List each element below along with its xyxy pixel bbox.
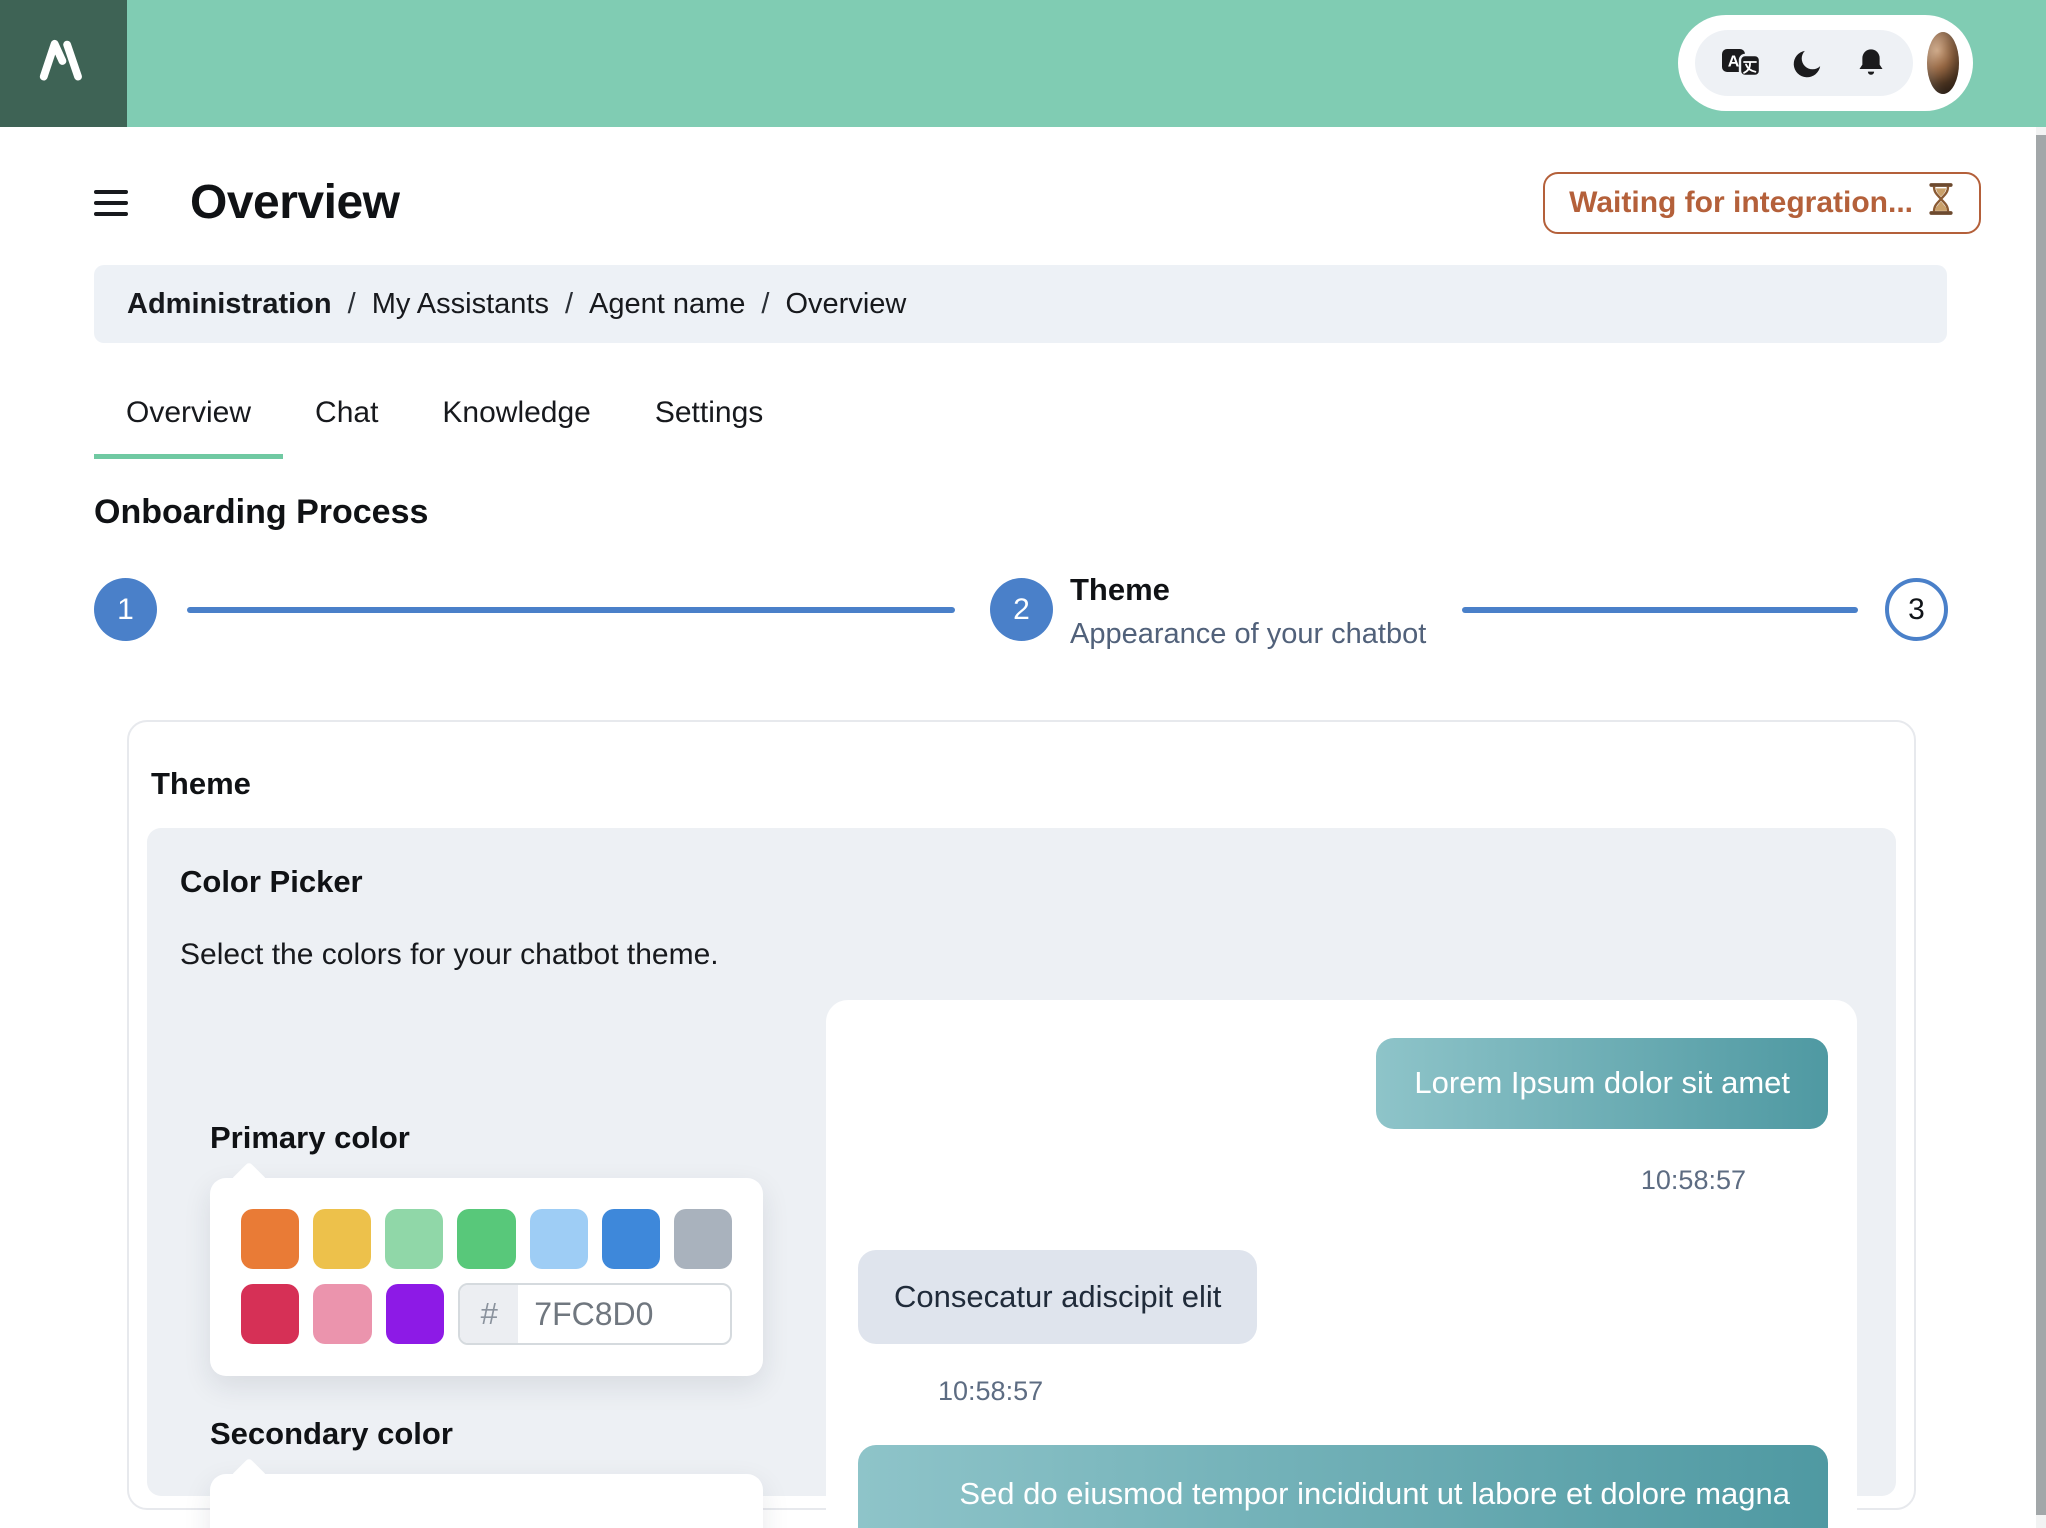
integration-status-button[interactable]: Waiting for integration... xyxy=(1543,171,1981,234)
swatch-red[interactable] xyxy=(241,1284,300,1344)
svg-text:A: A xyxy=(1728,54,1740,71)
swatch-blue[interactable] xyxy=(601,1209,660,1269)
user-avatar[interactable] xyxy=(1927,32,1959,94)
logo-mark-icon xyxy=(25,22,103,105)
swatch-yellow[interactable] xyxy=(313,1209,372,1269)
step-connector xyxy=(187,607,955,613)
swatch-green[interactable] xyxy=(457,1209,516,1269)
tab-settings[interactable]: Settings xyxy=(623,382,795,459)
color-picker-title: Color Picker xyxy=(180,864,363,899)
header-actions-pill: A xyxy=(1678,15,1973,111)
theme-card: Theme Color Picker Select the colors for… xyxy=(127,720,1916,1528)
secondary-color-popup xyxy=(210,1474,763,1528)
step-connector xyxy=(1462,607,1858,613)
title-row: Overview Waiting for integration... xyxy=(94,160,1981,245)
hex-color-input[interactable]: 7FC8D0 xyxy=(518,1285,730,1343)
step-1-circle[interactable]: 1 xyxy=(94,578,157,641)
theme-card-title: Theme xyxy=(151,766,251,801)
breadcrumb-my-assistants[interactable]: My Assistants xyxy=(372,288,549,321)
notifications-bell-icon[interactable] xyxy=(1855,46,1887,80)
chat-bubble-outgoing: Lorem Ipsum dolor sit amet xyxy=(1376,1038,1828,1129)
swatch-gray[interactable] xyxy=(673,1209,732,1269)
hourglass-icon xyxy=(1927,182,1955,224)
header-icon-group: A xyxy=(1695,30,1913,96)
scrollbar-thumb[interactable] xyxy=(2036,135,2046,1515)
app-header: A xyxy=(0,0,2046,127)
translate-icon[interactable]: A xyxy=(1721,48,1761,78)
primary-color-label: Primary color xyxy=(210,1120,410,1155)
breadcrumb-separator: / xyxy=(347,287,356,320)
swatch-purple[interactable] xyxy=(385,1284,445,1344)
breadcrumb-separator: / xyxy=(761,287,770,320)
breadcrumb-agent-name[interactable]: Agent name xyxy=(589,288,745,321)
message-timestamp: 10:58:57 xyxy=(1640,1164,1746,1195)
tab-bar: Overview Chat Knowledge Settings xyxy=(94,382,795,459)
hex-prefix: # xyxy=(460,1285,519,1343)
page-scrollbar[interactable] xyxy=(2036,127,2046,1528)
step-3-circle[interactable]: 3 xyxy=(1885,578,1948,641)
chat-preview-panel: Lorem Ipsum dolor sit amet 10:58:57 Cons… xyxy=(826,1000,1857,1528)
breadcrumb-administration[interactable]: Administration xyxy=(127,288,332,321)
swatch-light-blue[interactable] xyxy=(529,1209,588,1269)
tab-knowledge[interactable]: Knowledge xyxy=(410,382,622,459)
page-title: Overview xyxy=(190,176,400,229)
app-logo[interactable] xyxy=(0,0,127,127)
color-picker-description: Select the colors for your chatbot theme… xyxy=(180,938,719,971)
hex-color-input-group: # 7FC8D0 xyxy=(458,1283,732,1345)
tab-overview[interactable]: Overview xyxy=(94,382,284,459)
onboarding-stepper: 1 2 Theme Appearance of your chatbot 3 xyxy=(94,560,1949,670)
swatch-pink[interactable] xyxy=(313,1284,372,1344)
hamburger-menu-icon[interactable] xyxy=(94,189,128,216)
status-button-label: Waiting for integration... xyxy=(1569,185,1913,219)
step-2-subtitle: Appearance of your chatbot xyxy=(1070,618,1427,650)
step-2-title: Theme xyxy=(1070,572,1170,607)
step-2-circle[interactable]: 2 xyxy=(990,578,1053,641)
breadcrumb: Administration / My Assistants / Agent n… xyxy=(94,265,1947,343)
breadcrumb-separator: / xyxy=(564,287,574,320)
dark-mode-moon-icon[interactable] xyxy=(1791,46,1825,80)
color-picker-panel: Color Picker Select the colors for your … xyxy=(147,828,1896,1528)
swatch-light-green[interactable] xyxy=(385,1209,444,1269)
chat-bubble-outgoing: Sed do eiusmod tempor incididunt ut labo… xyxy=(858,1445,1828,1528)
secondary-color-label: Secondary color xyxy=(210,1416,453,1451)
message-timestamp: 10:58:57 xyxy=(938,1376,1044,1406)
chat-bubble-incoming: Consecatur adiscipit elit xyxy=(858,1249,1258,1344)
color-picker-controls: Primary color # 7FC8D0 Secondary color xyxy=(180,1000,764,1528)
onboarding-heading: Onboarding Process xyxy=(94,493,429,531)
swatch-orange[interactable] xyxy=(241,1209,300,1269)
primary-color-popup: # 7FC8D0 xyxy=(210,1178,763,1376)
breadcrumb-overview[interactable]: Overview xyxy=(785,288,906,321)
tab-chat[interactable]: Chat xyxy=(283,382,410,459)
